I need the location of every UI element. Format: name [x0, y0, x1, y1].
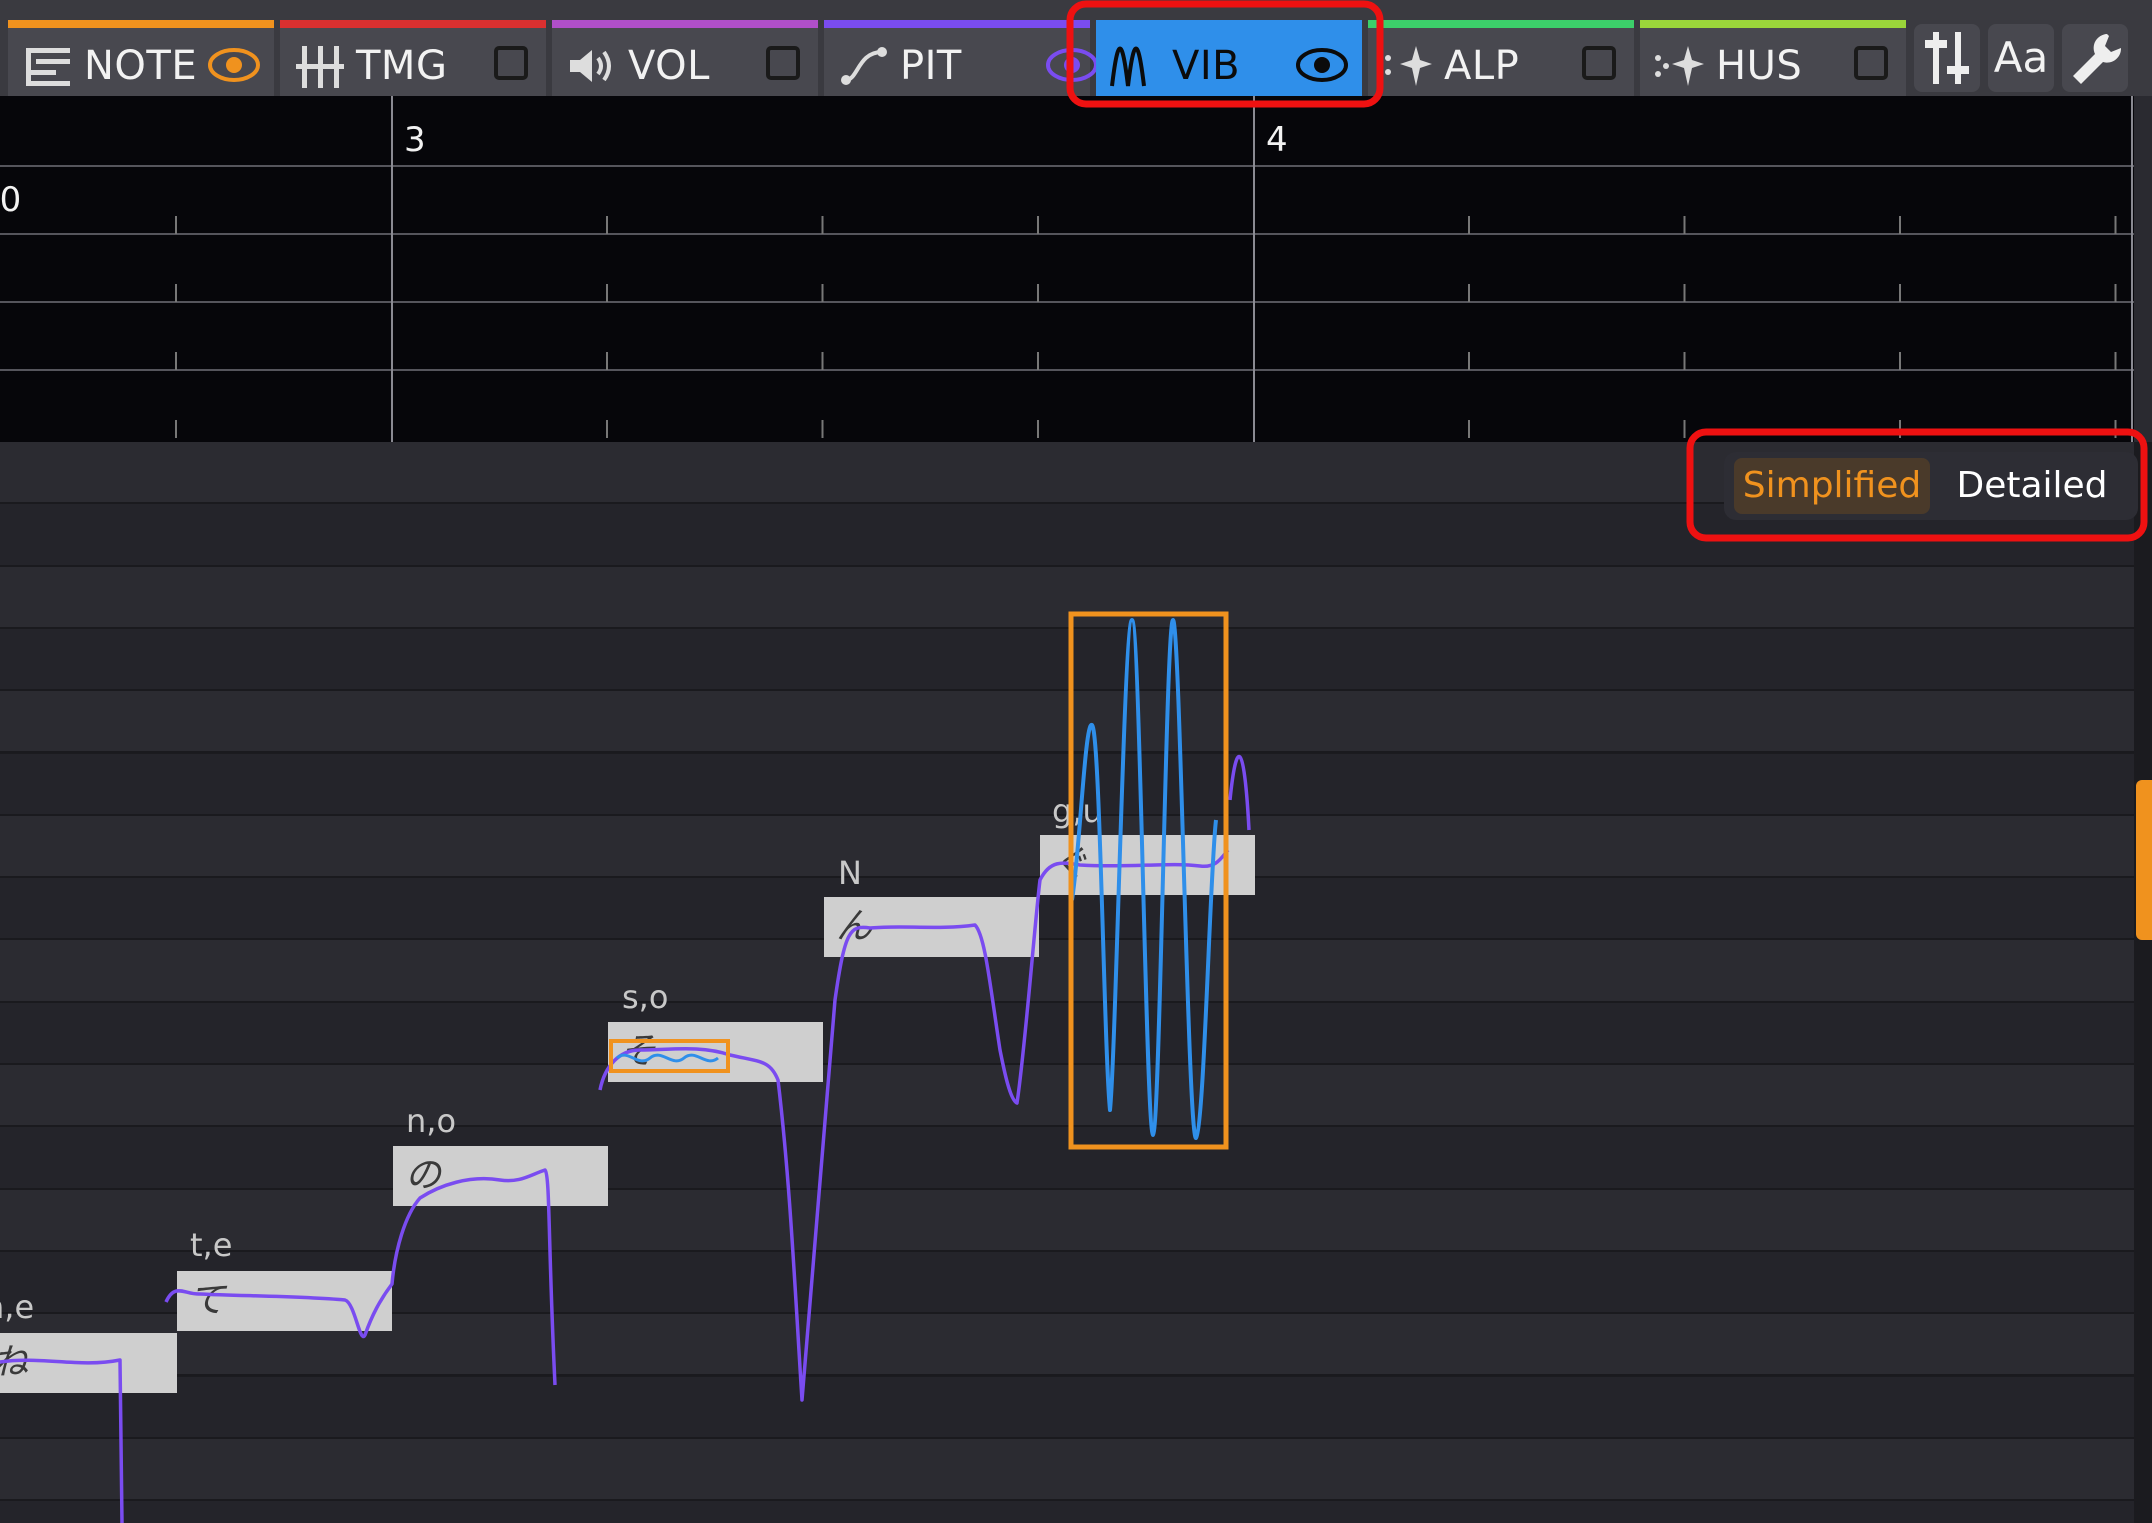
mode-detailed-button[interactable]: Detailed [1934, 458, 2130, 514]
alpha-sparkle-icon [1385, 46, 1432, 86]
phoneme-label: s,o [622, 978, 669, 1016]
tab-note-label: NOTE [84, 43, 198, 89]
phoneme-label: t,e [190, 1226, 233, 1264]
phoneme-label: g,u [1052, 792, 1103, 830]
piano-roll-row [0, 566, 2134, 629]
eye-icon[interactable] [1294, 46, 1350, 84]
piano-roll-row [0, 1189, 2134, 1252]
tab-note[interactable]: NOTE [8, 20, 274, 96]
phoneme-label: N [838, 854, 862, 892]
husky-sparkle-icon [1655, 46, 1704, 86]
timeline-ruler[interactable]: 3 4 10 [0, 96, 2134, 442]
note-n[interactable]: ん [824, 897, 1039, 957]
tab-hus-checkbox[interactable] [1854, 46, 1888, 80]
note-ne[interactable]: ね [0, 1333, 177, 1393]
note-lyric: て [189, 1280, 226, 1321]
expression-tab-bar: NOTE TMG VOL PIT VIB ALP HUS Aa [0, 0, 2152, 96]
note-lyric: の [405, 1155, 442, 1196]
ruler-row-label: 10 [0, 180, 22, 220]
note-gu[interactable]: ぐ [1040, 835, 1255, 895]
tab-alp[interactable]: ALP [1368, 20, 1634, 96]
piano-roll-row [0, 1065, 2134, 1128]
settings-button[interactable] [2062, 24, 2128, 92]
phoneme-label: n,e [0, 1288, 35, 1326]
piano-roll-row [0, 1438, 2134, 1502]
tab-tmg-label: TMG [356, 43, 448, 89]
pitch-curve-icon [841, 47, 887, 85]
piano-roll-row [0, 1002, 2134, 1065]
tab-vol-label: VOL [628, 43, 710, 89]
tab-alp-checkbox[interactable] [1582, 46, 1616, 80]
note-so[interactable]: そ [608, 1022, 823, 1082]
piano-roll-row [0, 1376, 2134, 1439]
tab-alp-label: ALP [1444, 43, 1520, 89]
tab-vol-checkbox[interactable] [766, 46, 800, 80]
note-te[interactable]: て [177, 1271, 392, 1331]
measure-label-3: 3 [404, 120, 426, 160]
note-no[interactable]: の [393, 1146, 608, 1206]
wrench-icon [2073, 34, 2122, 84]
tab-tmg-checkbox[interactable] [494, 46, 528, 80]
tab-hus-label: HUS [1716, 43, 1803, 89]
vibrato-wave-icon [1110, 46, 1146, 87]
piano-roll-row [0, 940, 2134, 1003]
phoneme-label: n,o [406, 1102, 457, 1140]
speaker-icon [570, 50, 611, 82]
ruler-edge [2134, 96, 2152, 442]
measure-label-4: 4 [1266, 120, 1288, 160]
tab-pit-label: PIT [900, 43, 962, 89]
timing-icon [296, 46, 344, 88]
editor-window: NOTE TMG VOL PIT VIB ALP HUS Aa 3 4 0 て … [0, 0, 2152, 1523]
piano-roll[interactable] [0, 442, 2134, 1523]
mode-toggle: Simplified Detailed [1724, 452, 2138, 520]
tab-pit[interactable]: PIT [824, 20, 1098, 96]
eye-icon[interactable] [1044, 46, 1100, 84]
sliders-icon [1925, 32, 1969, 84]
tab-vib-label: VIB [1172, 43, 1241, 89]
tab-vol[interactable]: VOL [552, 20, 818, 96]
vertical-scrollbar-thumb[interactable] [2136, 780, 2152, 940]
piano-roll-row [0, 691, 2134, 754]
mode-simplified-button[interactable]: Simplified [1734, 458, 1930, 514]
mixer-button[interactable] [1914, 24, 1980, 92]
piano-roll-row [0, 628, 2134, 692]
tab-tmg[interactable]: TMG [280, 20, 546, 96]
note-lyric: ぐ [1052, 844, 1089, 885]
tab-hus[interactable]: HUS [1640, 20, 1906, 96]
note-lyric: ん [836, 906, 873, 947]
note-lyric: そ [620, 1031, 657, 1072]
eye-icon[interactable] [206, 46, 262, 84]
note-bars-icon [26, 48, 70, 86]
font-size-button[interactable]: Aa [1988, 24, 2054, 92]
tab-vib[interactable]: VIB [1096, 20, 1362, 96]
note-lyric: ね [0, 1339, 28, 1387]
ruler-grid [0, 96, 2134, 442]
piano-roll-row [0, 1127, 2134, 1190]
piano-roll-row [0, 1501, 2134, 1523]
